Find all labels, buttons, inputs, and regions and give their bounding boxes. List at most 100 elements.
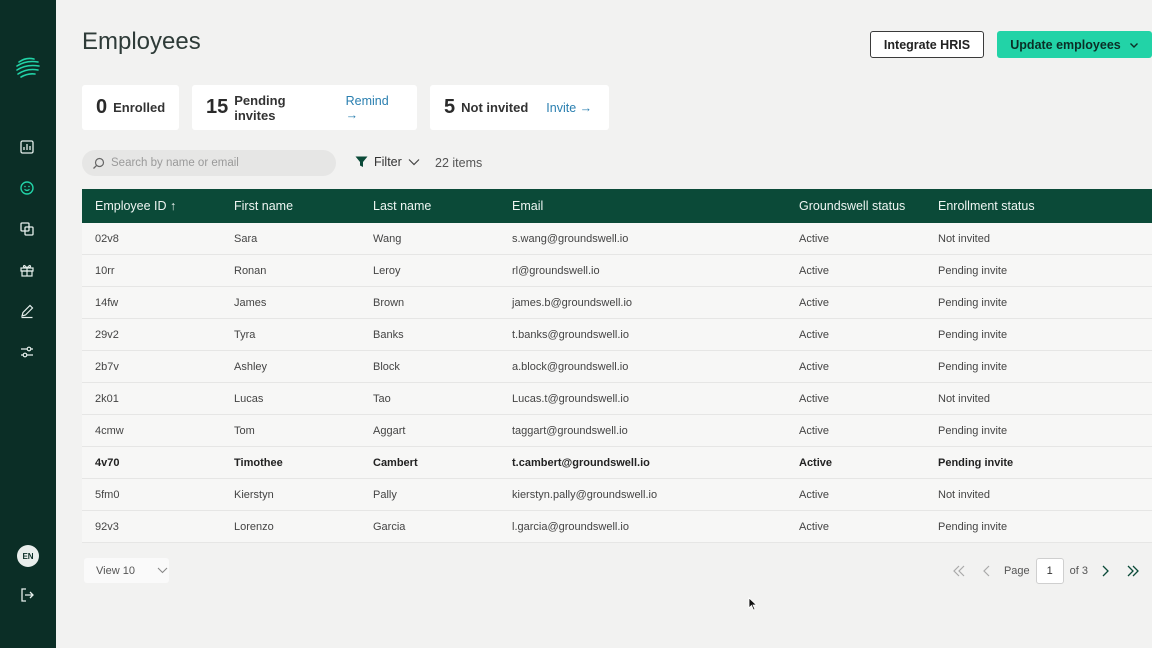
- chevron-down-icon: [408, 159, 420, 166]
- column-header-enrollment-status[interactable]: Enrollment status: [925, 199, 1152, 213]
- last-name-cell: Banks: [373, 328, 404, 341]
- table-row[interactable]: 29v2 Tyra Banks t.banks@groundswell.io Activ…: [82, 319, 1152, 351]
- sidebar-item-edit[interactable]: [16, 300, 38, 322]
- employee-id-cell: 92v3: [95, 520, 119, 533]
- enrollment-status-cell: Not invited: [938, 392, 990, 405]
- double-chevron-right-icon: [1127, 565, 1139, 577]
- bar-chart-icon: [20, 140, 34, 154]
- groundswell-status-cell: Active: [799, 424, 829, 437]
- table-row[interactable]: 4v70 Timothee Cambert t.cambert@groundswell…: [82, 447, 1152, 479]
- mouse-cursor-icon: [748, 597, 758, 611]
- first-name-cell: Sara: [234, 232, 258, 245]
- email-cell: Lucas.t@groundswell.io: [512, 392, 629, 405]
- groundswell-status-cell: Active: [799, 392, 829, 405]
- groundswell-status-cell: Active: [799, 296, 829, 309]
- sidebar-item-documents[interactable]: [16, 218, 38, 240]
- email-cell: rl@groundswell.io: [512, 264, 600, 277]
- employee-id-cell: 2k01: [95, 392, 119, 405]
- table-row[interactable]: 14fw James Brown james.b@groundswell.io Acti…: [82, 287, 1152, 319]
- column-header-email[interactable]: Email: [499, 199, 786, 213]
- email-cell: t.banks@groundswell.io: [512, 328, 629, 341]
- page-title: Employees: [82, 28, 201, 55]
- first-name-cell: Lorenzo: [234, 520, 274, 533]
- last-name-cell: Cambert: [373, 456, 418, 469]
- page-total-label: of 3: [1069, 565, 1088, 577]
- last-page-button[interactable]: [1122, 560, 1144, 582]
- email-cell: james.b@groundswell.io: [512, 296, 633, 309]
- update-employees-button[interactable]: Update employees: [997, 31, 1152, 58]
- table-row[interactable]: 02v8 Sara Wang s.wang@groundswell.io Active N…: [82, 223, 1152, 255]
- first-page-button[interactable]: [948, 560, 970, 582]
- integrate-hris-label: Integrate HRIS: [883, 37, 971, 52]
- table-row[interactable]: 10rr Ronan Leroy rl@groundswell.io Active Pen…: [82, 255, 1152, 287]
- groundswell-status-cell: Active: [799, 328, 829, 341]
- groundswell-status-cell: Active: [799, 232, 829, 245]
- view-count-select[interactable]: View 10: [84, 558, 169, 583]
- stat-enrolled: 0 Enrolled: [82, 85, 179, 130]
- table-row[interactable]: 92v3 Lorenzo Garcia l.garcia@groundswell.io…: [82, 511, 1152, 543]
- email-cell: kierstyn.pally@groundswell.io: [512, 488, 658, 501]
- chevron-down-icon: [1129, 42, 1138, 48]
- employee-id-cell: 4cmw: [95, 424, 124, 437]
- employee-id-cell: 29v2: [95, 328, 119, 341]
- page-label: Page: [1003, 565, 1030, 577]
- logout-button[interactable]: [16, 584, 38, 606]
- next-page-button[interactable]: [1094, 560, 1116, 582]
- first-name-cell: Timothee: [234, 456, 283, 469]
- filter-icon: [355, 156, 368, 167]
- groundswell-status-cell: Active: [799, 520, 829, 533]
- filter-button[interactable]: Filter: [355, 155, 420, 169]
- last-name-cell: Pally: [373, 488, 397, 501]
- first-name-cell: Ashley: [234, 360, 268, 373]
- integrate-hris-button[interactable]: Integrate HRIS: [870, 31, 984, 58]
- stat-value: 15: [206, 96, 229, 118]
- employee-id-cell: 4v70: [95, 456, 120, 469]
- view-count-label: View 10: [96, 564, 135, 577]
- employee-id-cell: 5fm0: [95, 488, 120, 501]
- last-name-cell: Wang: [373, 232, 402, 245]
- prev-page-button[interactable]: [976, 560, 998, 582]
- sidebar-item-employees[interactable]: [16, 177, 38, 199]
- last-name-cell: Aggart: [373, 424, 406, 437]
- pagination: Page 1 of 3: [948, 557, 1144, 585]
- invite-link[interactable]: Invite →: [546, 101, 592, 115]
- sliders-icon: [21, 346, 33, 358]
- smiley-icon: [20, 181, 34, 195]
- column-header-groundswell-status[interactable]: Groundswell status: [786, 199, 925, 213]
- search-input[interactable]: [111, 157, 321, 169]
- page-number-input[interactable]: 1: [1035, 558, 1064, 584]
- employee-id-cell: 14fw: [95, 296, 119, 309]
- stat-label: Not invited: [461, 100, 529, 115]
- enrollment-status-cell: Pending invite: [938, 424, 1008, 437]
- enrollment-status-cell: Pending invite: [938, 328, 1008, 341]
- last-name-cell: Brown: [373, 296, 405, 309]
- remind-link[interactable]: Remind →: [346, 94, 403, 122]
- table-body: 02v8 Sara Wang s.wang@groundswell.io Active N…: [82, 223, 1152, 543]
- email-cell: t.cambert@groundswell.io: [512, 456, 650, 469]
- column-header-last-name[interactable]: Last name: [360, 199, 499, 213]
- logout-icon: [21, 588, 34, 602]
- employee-id-cell: 2b7v: [95, 360, 119, 373]
- table-row[interactable]: 5fm0 Kierstyn Pally kierstyn.pally@groundsw…: [82, 479, 1152, 511]
- groundswell-logo-icon[interactable]: [14, 54, 42, 82]
- column-header-first-name[interactable]: First name: [221, 199, 360, 213]
- sidebar-item-settings[interactable]: [16, 341, 38, 363]
- search-box: [82, 150, 336, 176]
- sidebar: EN: [0, 0, 56, 648]
- table-row[interactable]: 2b7v Ashley Block a.block@groundswell.io Act…: [82, 351, 1152, 383]
- first-name-cell: Kierstyn: [234, 488, 274, 501]
- table-row[interactable]: 4cmw Tom Aggart taggart@groundswell.io Activ…: [82, 415, 1152, 447]
- sidebar-item-dashboard[interactable]: [16, 136, 38, 158]
- first-name-cell: Ronan: [234, 264, 267, 277]
- items-count: 22 items: [435, 156, 483, 170]
- language-badge[interactable]: EN: [17, 545, 39, 567]
- column-header-employee-id[interactable]: Employee ID ↑: [82, 199, 221, 213]
- chevron-right-icon: [1102, 565, 1109, 577]
- first-name-cell: Lucas: [234, 392, 264, 405]
- employee-id-cell: 10rr: [95, 264, 115, 277]
- table-row[interactable]: 2k01 Lucas Tao Lucas.t@groundswell.io Active…: [82, 383, 1152, 415]
- sidebar-item-rewards[interactable]: [16, 259, 38, 281]
- enrollment-status-cell: Pending invite: [938, 520, 1008, 533]
- employee-id-cell: 02v8: [95, 232, 119, 245]
- last-name-cell: Garcia: [373, 520, 406, 533]
